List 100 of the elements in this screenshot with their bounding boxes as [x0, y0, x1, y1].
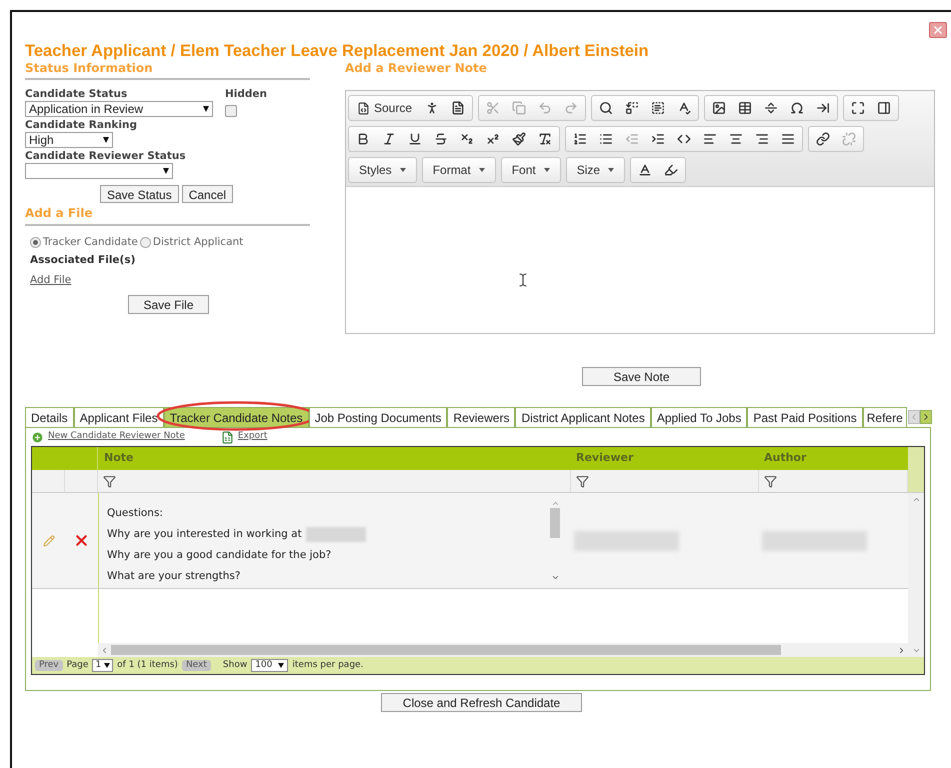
source-icon — [357, 102, 370, 114]
maximize-icon — [851, 101, 866, 115]
caret-icon — [478, 168, 485, 172]
table-icon — [738, 101, 752, 115]
close-refresh-button[interactable]: Close and Refresh Candidate — [381, 693, 582, 712]
format-dropdown[interactable]: Styles — [351, 158, 414, 182]
remove-format-icon — [538, 132, 552, 146]
note-line: Why are you interested in working at — [107, 527, 302, 542]
underline-icon — [408, 132, 422, 146]
image-icon — [712, 101, 726, 115]
format-dropdown[interactable]: Size — [568, 158, 622, 182]
dropdown-arrow-icon — [278, 663, 284, 668]
strikethrough-icon — [434, 132, 448, 146]
outdent-icon — [625, 132, 639, 146]
note-line: What are your strengths? — [107, 569, 240, 584]
export-link[interactable]: Export — [220, 430, 268, 444]
tab[interactable]: Job Posting Documents — [308, 407, 448, 427]
link-icon — [816, 132, 830, 146]
new-note-link[interactable]: New Candidate Reviewer Note — [31, 430, 185, 444]
form-button[interactable]: Cancel — [182, 185, 234, 203]
note-line: Questions: — [107, 506, 163, 521]
scroll-down-icon — [912, 646, 920, 655]
scrollbar-header-cell — [908, 470, 924, 492]
italic-icon — [382, 132, 396, 146]
spreadsheet-icon — [220, 430, 234, 444]
save-file-button[interactable]: Save File — [128, 294, 209, 314]
filter-icon[interactable] — [764, 474, 777, 488]
format-dropdown[interactable]: Format — [424, 158, 493, 182]
dropdown-arrow-icon — [163, 168, 169, 174]
prev-button[interactable]: Prev — [35, 660, 63, 671]
dropdown-arrow-icon — [103, 137, 109, 143]
indent-icon — [651, 132, 665, 146]
save-note-button[interactable]: Save Note — [582, 367, 701, 386]
section-heading: Add a File — [25, 206, 94, 221]
select-value: High — [29, 132, 54, 149]
subscript-icon — [460, 132, 474, 146]
source-button[interactable]: Source — [351, 96, 418, 120]
section-heading: Status Information — [25, 61, 154, 76]
vertical-scrollbar[interactable] — [908, 493, 924, 657]
close-button[interactable] — [929, 22, 947, 38]
page-size-select[interactable]: 100 — [251, 659, 288, 672]
add-file-link[interactable]: Add File — [30, 274, 72, 287]
pager-text: Page — [66, 658, 88, 672]
scroll-right-icon — [897, 646, 906, 654]
redo-icon — [564, 101, 578, 115]
horizontal-rule-icon — [764, 101, 778, 115]
tab[interactable]: Reviewers — [447, 407, 516, 427]
next-button[interactable]: Next — [182, 660, 211, 671]
section-heading: Add a Reviewer Note — [345, 61, 488, 76]
search-icon — [599, 101, 614, 115]
select-value: Application in Review — [29, 101, 144, 118]
note-scrollbar[interactable] — [549, 499, 561, 582]
redacted-block — [306, 527, 366, 542]
select-field[interactable]: Application in Review — [25, 101, 213, 117]
pager-text: items per page. — [292, 658, 364, 672]
select-field[interactable] — [25, 163, 173, 179]
filter-icon[interactable] — [103, 474, 116, 488]
tab[interactable]: Past Paid Positions — [747, 407, 863, 427]
radio-button[interactable] — [140, 237, 151, 248]
unlink-icon — [842, 132, 856, 146]
field-label: Hidden — [225, 88, 268, 101]
form-button[interactable]: Save Status — [100, 185, 179, 203]
tab[interactable]: Refere — [862, 407, 907, 427]
div-icon — [677, 132, 691, 146]
horizontal-scrollbar[interactable] — [98, 643, 908, 657]
page-select[interactable]: 1 — [92, 659, 114, 672]
close-icon — [932, 24, 944, 36]
caret-icon — [608, 168, 614, 172]
paintbrush-icon — [512, 132, 526, 146]
delete-icon[interactable] — [73, 532, 90, 549]
dropdown-arrow-icon — [104, 663, 110, 668]
scissors-icon — [486, 101, 500, 115]
scroll-down-icon — [550, 573, 560, 582]
highlighter-icon — [664, 163, 678, 177]
select-field[interactable]: High — [25, 132, 113, 148]
align-right-icon — [755, 132, 769, 146]
tab[interactable]: District Applicant Notes — [515, 407, 651, 427]
tab[interactable]: Tracker Candidate Notes — [164, 407, 309, 427]
format-dropdown[interactable]: Font — [504, 158, 558, 182]
select-all-icon — [651, 101, 666, 115]
numbered-list-icon — [573, 132, 587, 146]
field-label: Candidate Reviewer Status — [25, 150, 187, 163]
bold-icon — [356, 132, 370, 146]
replace-icon — [625, 101, 640, 115]
caret-icon — [400, 168, 406, 172]
tab[interactable]: Applied To Jobs — [650, 407, 748, 427]
field-label: Associated File(s) — [29, 254, 136, 267]
tab[interactable]: Applicant Files — [74, 407, 164, 427]
tab-scroll-right[interactable] — [920, 410, 932, 424]
justify-icon — [781, 132, 795, 146]
scroll-up-icon — [550, 499, 560, 508]
pager-text: of 1 (1 items) — [117, 658, 178, 672]
radio-button[interactable] — [30, 237, 41, 248]
radio-label: Tracker Candidate — [43, 235, 138, 250]
filter-icon[interactable] — [576, 474, 589, 488]
hidden-checkbox[interactable] — [225, 105, 237, 117]
scrollbar-header-cell — [908, 447, 924, 470]
tab[interactable]: Details — [25, 407, 74, 427]
scroll-left-icon — [100, 646, 109, 654]
page-break-icon — [816, 101, 830, 115]
